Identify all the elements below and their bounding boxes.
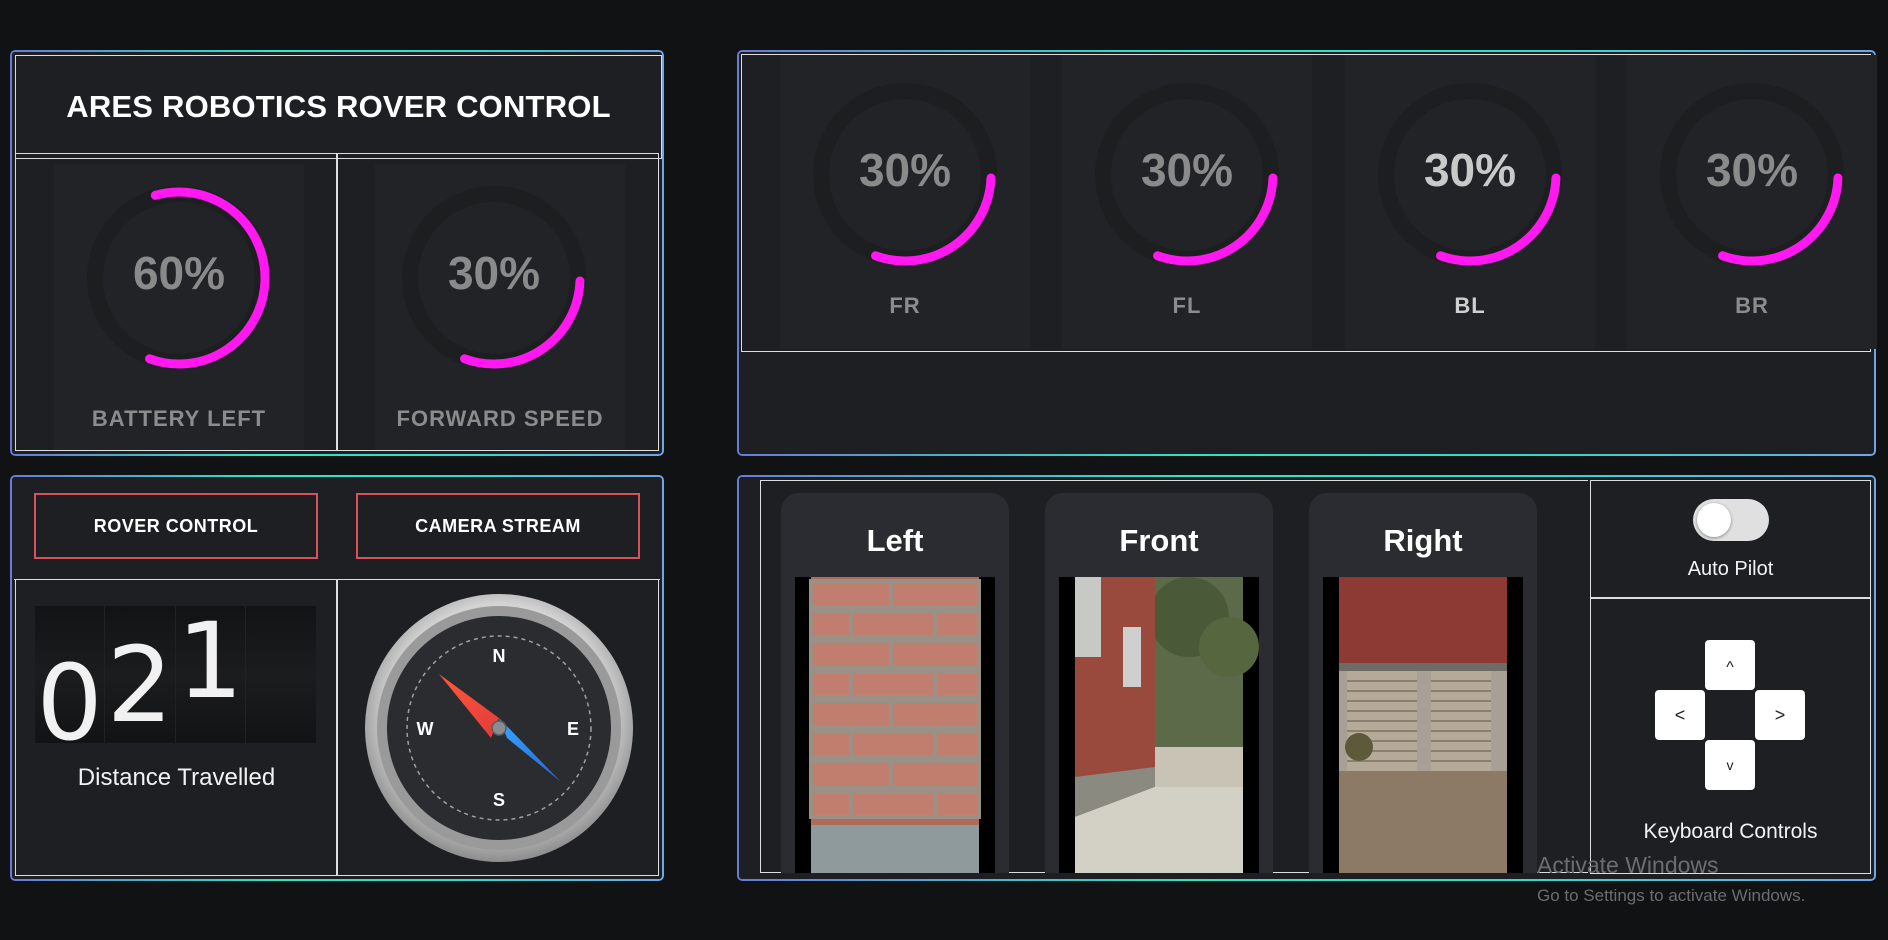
wheel-value: 30% [1705, 144, 1799, 196]
odometer-digit: 1 [175, 606, 246, 743]
odometer-digit-blank [245, 606, 316, 743]
activate-windows-title: Activate Windows [1537, 852, 1719, 878]
camera-card-left: Left [781, 493, 1009, 873]
battery-value: 60% [132, 247, 226, 299]
compass-west: W [417, 719, 434, 739]
battery-gauge: 60% BATTERY LEFT [54, 164, 304, 450]
rover-control-button[interactable]: ROVER CONTROL [34, 493, 318, 559]
chevron-down-icon: v [1726, 757, 1734, 773]
wheel-label: BR [1735, 293, 1769, 318]
wheel-gauge-fr: 30% FR [780, 55, 1030, 349]
camera-feed-front [1059, 577, 1259, 873]
control-panel: ROVER CONTROL CAMERA STREAM 0 2 1 Distan… [12, 477, 662, 879]
odometer-digit: 0 [35, 606, 106, 743]
camera-panel: Left Front Right Auto Pilot ^ < > v Keyb… [739, 477, 1874, 879]
app-title-bar: ARES ROBOTICS ROVER CONTROL [15, 55, 662, 159]
keyboard-cell: ^ < > v Keyboard Controls [1590, 597, 1871, 874]
wheel-value: 30% [1140, 144, 1234, 196]
wheel-label: FR [889, 293, 921, 318]
wheel-value: 30% [858, 144, 952, 196]
wheel-gauge-fl: 30% FL [1062, 55, 1312, 349]
keyboard-label: Keyboard Controls [1643, 820, 1818, 843]
wheel-value: 30% [1423, 144, 1517, 196]
arrow-up-key[interactable]: ^ [1705, 640, 1755, 690]
camera-title: Front [1119, 523, 1199, 558]
camera-image [1339, 577, 1507, 873]
compass-south: S [493, 790, 505, 810]
wheel-panel: 30% FR 30% FL 30% BL 30% BR [739, 52, 1877, 454]
odometer-cell: 0 2 1 Distance Travelled [15, 579, 338, 876]
wheel-label: BL [1454, 293, 1486, 318]
speed-cell: 30% FORWARD SPEED [336, 153, 659, 451]
arrow-down-key[interactable]: v [1705, 740, 1755, 790]
app-title: ARES ROBOTICS ROVER CONTROL [66, 89, 611, 124]
camera-image [809, 577, 981, 873]
compass: N S E W [365, 594, 633, 862]
arrow-right-key[interactable]: > [1755, 690, 1805, 740]
speed-label: FORWARD SPEED [396, 406, 604, 431]
odometer-digit: 2 [105, 606, 176, 743]
camera-title: Left [866, 523, 924, 558]
activate-windows-subtitle: Go to Settings to activate Windows. [1537, 886, 1806, 905]
status-panel: ARES ROBOTICS ROVER CONTROL 60% BATTERY … [12, 52, 662, 454]
speed-gauge: 30% FORWARD SPEED [375, 164, 625, 450]
compass-cell: N S E W [336, 579, 659, 876]
battery-label: BATTERY LEFT [91, 406, 267, 431]
camera-feed-right [1323, 577, 1523, 873]
arrow-left-key[interactable]: < [1655, 690, 1705, 740]
speed-value: 30% [447, 247, 541, 299]
chevron-up-icon: ^ [1726, 659, 1734, 676]
chevron-right-icon: > [1774, 704, 1786, 725]
camera-card-right: Right [1309, 493, 1537, 873]
odometer-label: Distance Travelled [77, 764, 276, 791]
compass-north: N [493, 646, 506, 666]
autopilot-label: Auto Pilot [1687, 558, 1774, 580]
camera-card-front: Front [1045, 493, 1273, 873]
camera-feed-left [795, 577, 995, 873]
chevron-left-icon: < [1674, 704, 1686, 725]
toggle-knob [1697, 503, 1731, 537]
compass-east: E [567, 719, 579, 739]
odometer: 0 2 1 [35, 606, 316, 743]
camera-title: Right [1383, 523, 1463, 558]
wheel-label: FL [1172, 293, 1202, 318]
tab-bar: ROVER CONTROL CAMERA STREAM [14, 479, 660, 580]
wheel-gauge-bl: 30% BL [1345, 55, 1595, 349]
autopilot-toggle[interactable] [1693, 499, 1769, 541]
camera-feeds: Left Front Right [760, 480, 1588, 873]
camera-image [1075, 577, 1259, 873]
battery-cell: 60% BATTERY LEFT [15, 153, 338, 451]
camera-stream-button[interactable]: CAMERA STREAM [356, 493, 640, 559]
autopilot-cell: Auto Pilot [1590, 480, 1871, 599]
wheel-gauges-row: 30% FR 30% FL 30% BL 30% BR [741, 54, 1877, 352]
wheel-gauge-br: 30% BR [1627, 55, 1877, 349]
